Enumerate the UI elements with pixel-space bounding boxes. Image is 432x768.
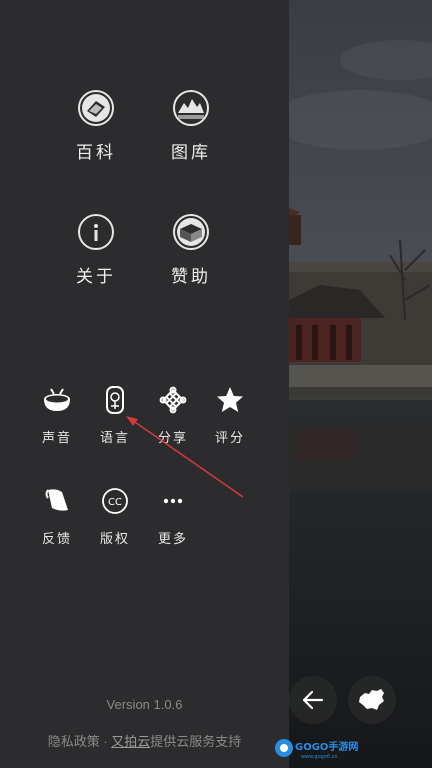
back-button[interactable] bbox=[289, 676, 337, 724]
provider-text: 提供云服务支持 bbox=[150, 734, 242, 749]
footer-separator: · bbox=[99, 734, 112, 749]
side-drawer: 百科 图库 关于 赞助 声音 语言 分享 评分 反馈 CC 版权 更多 Vers… bbox=[0, 0, 289, 768]
arrow-left-icon bbox=[302, 690, 324, 710]
watermark-logo: GOGO手游网 www.gogo6.cn bbox=[274, 736, 360, 760]
china-map-icon bbox=[359, 689, 384, 710]
annotation-arrow bbox=[126, 416, 244, 498]
version-text: Version 1.0.6 bbox=[106, 697, 183, 712]
provider-link[interactable]: 又拍云 bbox=[111, 734, 150, 749]
footer: 隐私政策 · 又拍云提供云服务支持 bbox=[0, 731, 289, 750]
privacy-policy-link[interactable]: 隐私政策 bbox=[48, 734, 100, 749]
map-button[interactable] bbox=[348, 676, 396, 724]
watermark-text: GOGO手游网 bbox=[295, 740, 358, 753]
watermark-sub: www.gogo6.cn bbox=[301, 754, 338, 760]
